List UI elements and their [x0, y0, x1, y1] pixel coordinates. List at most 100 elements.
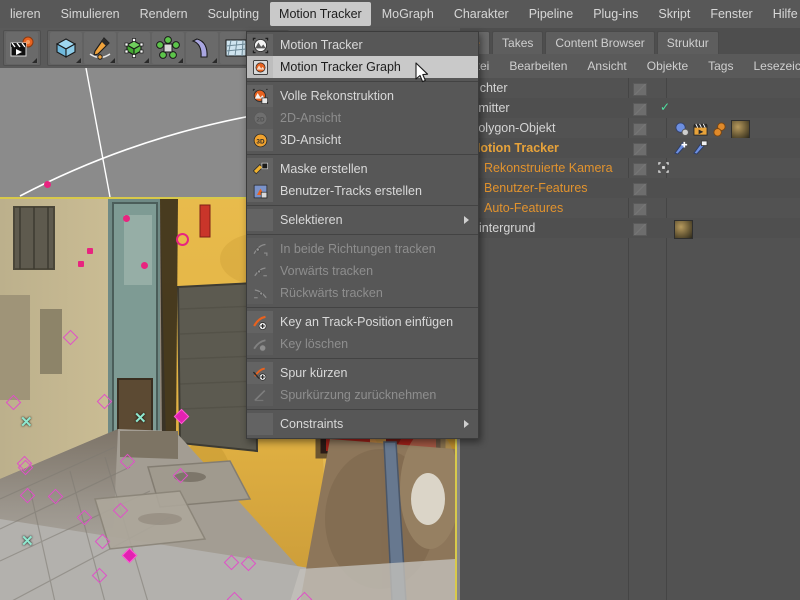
tracking-feature-point[interactable] — [20, 462, 31, 473]
tracking-feature-point[interactable] — [99, 396, 110, 407]
tracking-feature-point[interactable] — [8, 397, 19, 408]
tracking-feature-point[interactable]: ✕ — [21, 534, 34, 549]
spheres-tag-icon[interactable] — [712, 122, 727, 137]
tracking-feature-point[interactable] — [65, 332, 76, 343]
texture-tag-icon[interactable] — [731, 120, 750, 139]
menu-item-pipeline[interactable]: Pipeline — [520, 2, 582, 26]
tracking-feature-point[interactable] — [243, 558, 254, 569]
menu-item-skript[interactable]: Skript — [649, 2, 699, 26]
dropdown-item-volle-rekonstruktion[interactable]: Volle Rekonstruktion — [247, 85, 478, 107]
dropdown-item-motion-tracker[interactable]: Motion Tracker — [247, 34, 478, 56]
object-row[interactable]: Lichter — [460, 78, 800, 98]
tracking-feature-point[interactable] — [22, 490, 33, 501]
tab-content-browser[interactable]: Content Browser — [545, 31, 654, 54]
motion-tracker-dropdown-menu[interactable]: Motion Tracker Motion Tracker Graph Volle … — [246, 31, 479, 439]
object-row[interactable]: Emitter ✓ — [460, 98, 800, 118]
clapperboard-gear-icon — [9, 36, 35, 60]
tracker-white-tag-icon[interactable] — [693, 140, 708, 155]
render-view-button[interactable] — [6, 32, 38, 64]
tracking-feature-point[interactable]: ✕ — [134, 411, 147, 426]
nurbs-button[interactable] — [118, 32, 150, 64]
cube-primitive-button[interactable] — [50, 32, 82, 64]
menu-item-simulieren[interactable]: Simulieren — [52, 2, 129, 26]
tracking-feature-point[interactable] — [299, 594, 310, 600]
menu-item-rendern[interactable]: Rendern — [131, 2, 197, 26]
visibility-toggle[interactable] — [633, 83, 647, 96]
tab-takes[interactable]: Takes — [492, 31, 543, 54]
axis-marker-icon[interactable] — [658, 162, 669, 173]
om-menu-lesezeichen[interactable]: Lesezeichen — [743, 59, 800, 73]
object-row[interactable]: Auto-Features — [460, 198, 800, 218]
tracking-feature-point[interactable] — [176, 411, 187, 422]
tracking-feature-point[interactable] — [50, 491, 61, 502]
object-row[interactable]: Motion Tracker — [460, 138, 800, 158]
tracking-feature-point[interactable] — [123, 215, 130, 222]
tracking-feature-point[interactable] — [226, 557, 237, 568]
dropdown-item-constraints[interactable]: Constraints — [247, 413, 478, 435]
tracking-feature-point[interactable] — [44, 181, 51, 188]
menu-item-fenster[interactable]: Fenster — [701, 2, 761, 26]
dropdown-item-motion-tracker-graph[interactable]: Motion Tracker Graph — [247, 56, 478, 78]
visibility-toggle[interactable] — [633, 223, 647, 236]
tracking-feature-point[interactable] — [124, 550, 135, 561]
dropdown-item-3d-ansicht[interactable]: 3D3D-Ansicht — [247, 129, 478, 151]
dropdown-item-label: 3D-Ansicht — [280, 133, 341, 147]
menu-item-charakter[interactable]: Charakter — [445, 2, 518, 26]
array-button[interactable] — [152, 32, 184, 64]
object-tags[interactable] — [674, 220, 693, 239]
tracking-feature-point[interactable] — [175, 470, 186, 481]
object-row[interactable]: Benutzer-Features — [460, 178, 800, 198]
tracking-feature-point[interactable] — [229, 594, 240, 600]
dropdown-item-spur-kürzen[interactable]: Spur kürzen — [247, 362, 478, 384]
dropdown-item-benutzer-tracks-erstellen[interactable]: Benutzer-Tracks erstellen — [247, 180, 478, 202]
menu-item-sculpting[interactable]: Sculpting — [199, 2, 268, 26]
visibility-toggle[interactable] — [633, 183, 647, 196]
menu-item-plug-ins[interactable]: Plug-ins — [584, 2, 647, 26]
spline-pen-button[interactable] — [84, 32, 116, 64]
button-corner-marker — [144, 58, 149, 63]
menu-item-lieren[interactable]: lieren — [1, 2, 50, 26]
object-row[interactable]: Hintergrund — [460, 218, 800, 238]
texture-tag-icon[interactable] — [674, 220, 693, 239]
object-tree[interactable]: Lichter Emitter ✓Polygon-Objekt Motion T… — [460, 78, 800, 600]
dropdown-item-key-an-track-position-einfügen[interactable]: Key an Track-Position einfügen — [247, 311, 478, 333]
tracking-feature-point[interactable] — [115, 505, 126, 516]
tracking-feature-point[interactable] — [176, 233, 189, 246]
tab-struktur[interactable]: Struktur — [657, 31, 719, 54]
object-row[interactable]: Polygon-Objekt — [460, 118, 800, 138]
dropdown-item-label: Benutzer-Tracks erstellen — [280, 184, 422, 198]
full-reconstruction-icon — [247, 85, 273, 107]
tracking-feature-point[interactable] — [94, 570, 105, 581]
tracking-feature-point[interactable] — [97, 536, 108, 547]
tracking-feature-point[interactable] — [79, 512, 90, 523]
dropdown-item-selektieren[interactable]: Selektieren — [247, 209, 478, 231]
object-tags[interactable] — [674, 140, 708, 155]
object-tags[interactable] — [674, 120, 750, 139]
tracking-feature-point[interactable] — [87, 248, 93, 254]
tracking-feature-point[interactable] — [122, 456, 133, 467]
visibility-toggle[interactable] — [633, 143, 647, 156]
menu-item-hilfe[interactable]: Hilfe — [764, 2, 800, 26]
tracker-plus-tag-icon[interactable] — [674, 140, 689, 155]
om-menu-ansicht[interactable]: Ansicht — [577, 59, 636, 73]
dropdown-item-maske-erstellen[interactable]: Maske erstellen — [247, 158, 478, 180]
tracking-feature-point[interactable]: ✕ — [20, 415, 33, 430]
motion-tracker-graph-icon — [247, 56, 273, 78]
visibility-toggle[interactable] — [633, 203, 647, 216]
menu-item-mograph[interactable]: MoGraph — [373, 2, 443, 26]
menu-item-motion-tracker[interactable]: Motion Tracker — [270, 2, 371, 26]
clapper-tag-icon[interactable] — [693, 122, 708, 137]
tracking-feature-point[interactable] — [78, 261, 84, 267]
om-menu-objekte[interactable]: Objekte — [637, 59, 698, 73]
dropdown-item-label: Motion Tracker — [280, 38, 363, 52]
enabled-check-icon[interactable]: ✓ — [660, 101, 670, 113]
deformer-button[interactable] — [186, 32, 218, 64]
object-row[interactable]: Rekonstruierte Kamera — [460, 158, 800, 178]
visibility-toggle[interactable] — [633, 123, 647, 136]
visibility-toggle[interactable] — [633, 103, 647, 116]
om-menu-tags[interactable]: Tags — [698, 59, 743, 73]
sphere-tag-icon[interactable] — [674, 122, 689, 137]
om-menu-bearbeiten[interactable]: Bearbeiten — [499, 59, 577, 73]
tracking-feature-point[interactable] — [141, 262, 148, 269]
visibility-toggle[interactable] — [633, 163, 647, 176]
